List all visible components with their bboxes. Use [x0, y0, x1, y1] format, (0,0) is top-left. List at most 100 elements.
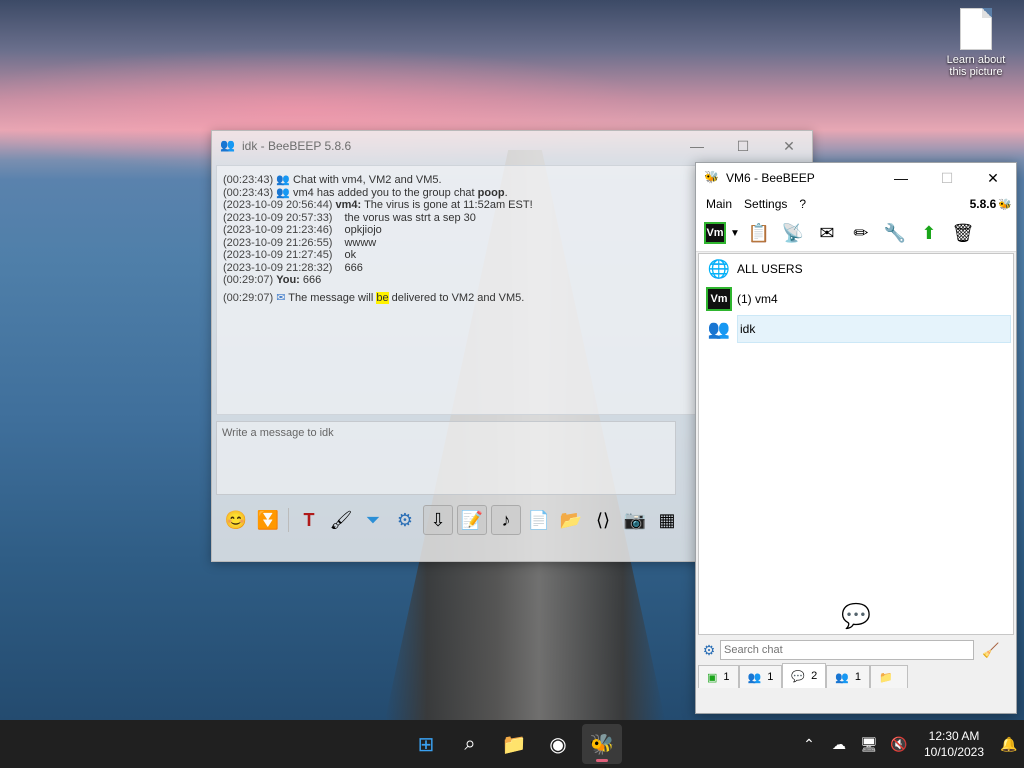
- main-window-title: VM6 - BeeBEEP: [726, 171, 815, 185]
- chevron-down-icon[interactable]: ▼: [730, 228, 740, 239]
- send-file-icon[interactable]: 📂: [557, 506, 585, 534]
- clock[interactable]: 12:30 AM 10/10/2023: [914, 728, 994, 760]
- network-icon[interactable]: 🖥: [854, 736, 884, 753]
- search-row: ⚙ 🧹: [698, 637, 1012, 663]
- close-button[interactable]: ✕: [766, 131, 812, 161]
- update-icon[interactable]: ⬆: [914, 218, 944, 248]
- tools-icon[interactable]: 🔧: [880, 218, 910, 248]
- tab-screen[interactable]: ▣ 1: [698, 665, 739, 688]
- html-icon[interactable]: ⟨⟩: [589, 506, 617, 534]
- group-icon: 👥: [707, 318, 731, 339]
- chat-window-title: idk - BeeBEEP 5.8.6: [242, 139, 352, 153]
- bee-icon: 🐝: [998, 198, 1012, 211]
- menu-settings[interactable]: Settings: [738, 197, 793, 211]
- globe-users-icon: 🌐: [707, 258, 731, 279]
- window-icon[interactable]: ▦: [653, 506, 681, 534]
- users-icon: 👥: [747, 671, 762, 684]
- user-list: 🌐 ALL USERS Vm (1) vm4 👥 idk 💬: [698, 253, 1014, 635]
- tab-users[interactable]: 👥 1: [738, 665, 783, 688]
- desktop-icon-label: Learn about this picture: [946, 54, 1006, 78]
- tab-files[interactable]: 📁: [870, 665, 908, 688]
- menu-main[interactable]: Main: [700, 197, 738, 211]
- file-transfer-icon: 📁: [879, 671, 893, 684]
- menu-help[interactable]: ?: [793, 197, 812, 211]
- chat-line: (00:29:07) You: 666: [223, 274, 322, 286]
- notification-bell-icon[interactable]: 🔔: [994, 736, 1024, 753]
- chat-line: (2023-10-09 21:28:32) 666: [223, 261, 363, 274]
- spellcheck-icon[interactable]: 📝: [457, 505, 487, 535]
- chat-line: (00:23:43) 👥 Chat with vm4, VM2 and VM5.: [223, 174, 442, 186]
- minimize-button[interactable]: —: [878, 163, 924, 193]
- user-item-vm4[interactable]: Vm (1) vm4: [699, 284, 1013, 314]
- clock-date: 10/10/2023: [923, 745, 985, 759]
- group-icon: 👥: [220, 138, 235, 152]
- edit-profile-icon[interactable]: 📋: [744, 218, 774, 248]
- settings-gear-icon[interactable]: ⚙: [698, 642, 720, 659]
- maximize-button[interactable]: ☐: [924, 163, 970, 193]
- chat-line: (2023-10-09 21:26:55) wwww: [223, 236, 377, 249]
- group-icon: 👥: [835, 671, 849, 684]
- onedrive-icon[interactable]: ☁: [824, 736, 854, 753]
- color-icon[interactable]: 🖌: [327, 506, 355, 534]
- main-window[interactable]: 🐝 VM6 - BeeBEEP — ☐ ✕ Main Settings ? 5.…: [695, 162, 1017, 714]
- message-input-placeholder: Write a message to idk: [222, 427, 334, 439]
- search-icon[interactable]: ⌕: [450, 724, 490, 764]
- status-avatar[interactable]: Vm: [704, 222, 726, 244]
- menu-bar: Main Settings ? 5.8.6 🐝: [696, 193, 1016, 215]
- user-item-idk[interactable]: 👥 idk: [699, 314, 1013, 344]
- chat-bubbles-icon[interactable]: 💬: [841, 602, 871, 631]
- bee-icon: 🐝: [704, 170, 719, 184]
- settings-gear-icon[interactable]: ⚙: [391, 506, 419, 534]
- chat-icon: 💬: [791, 670, 806, 683]
- close-button[interactable]: ✕: [970, 163, 1016, 193]
- scroll-down-icon[interactable]: ⇩: [423, 505, 453, 535]
- group-icon: 👥: [276, 174, 290, 186]
- chat-line: (2023-10-09 21:23:46) opkjiojo: [223, 224, 382, 236]
- beebeep-icon[interactable]: 🐝: [582, 724, 622, 764]
- file-icon: [960, 8, 992, 50]
- emoticon-icon[interactable]: 😊: [222, 506, 250, 534]
- chat-toolbar: 😊 ⏬ T 🖌 ⏷ ⚙ ⇩ 📝 ♪ 📄 📂 ⟨⟩ 📷 ▦: [222, 503, 681, 537]
- main-titlebar[interactable]: 🐝 VM6 - BeeBEEP — ☐ ✕: [696, 163, 1016, 193]
- message-box-icon[interactable]: ✉: [812, 218, 842, 248]
- screen-icon: ▣: [707, 671, 718, 684]
- tab-groups[interactable]: 👥 1: [826, 665, 871, 688]
- taskbar: ⊞ ⌕ 📁 ◉ 🐝 ⌃ ☁ 🖥 🔇 12:30 AM 10/10/2023 🔔: [0, 720, 1024, 768]
- font-icon[interactable]: T: [295, 506, 323, 534]
- maximize-button[interactable]: ☐: [720, 131, 766, 161]
- taskbar-apps: ⊞ ⌕ 📁 ◉ 🐝: [406, 724, 622, 764]
- mail-icon: ✉: [276, 291, 286, 304]
- trash-icon[interactable]: 🗑: [948, 218, 978, 248]
- chevron-up-icon[interactable]: ⌃: [794, 736, 824, 753]
- vm-avatar-icon: Vm: [705, 286, 733, 312]
- sound-icon[interactable]: ♪: [491, 505, 521, 535]
- chat-line: (2023-10-09 20:56:44) vm4: The virus is …: [223, 199, 533, 211]
- chat-titlebar[interactable]: 👥 idk - BeeBEEP 5.8.6 — ☐ ✕: [212, 131, 812, 161]
- message-input[interactable]: Write a message to idk: [216, 421, 676, 495]
- system-tray: ⌃ ☁ 🖥 🔇 12:30 AM 10/10/2023 🔔: [794, 720, 1024, 768]
- filter-icon[interactable]: ⏷: [359, 506, 387, 534]
- group-icon: 👥: [276, 186, 290, 199]
- tab-chats[interactable]: 💬 2: [782, 663, 827, 688]
- clear-broom-icon[interactable]: 🧹: [980, 642, 1002, 659]
- volume-muted-icon[interactable]: 🔇: [884, 736, 914, 753]
- main-toolbar: Vm ▼ 📋 📡 ✉ ✏ 🔧 ⬆ 🗑: [696, 215, 1016, 252]
- chat-line: (2023-10-09 20:57:33) the vorus was strt …: [223, 211, 476, 224]
- network-icon[interactable]: 📡: [778, 218, 808, 248]
- search-chat-input[interactable]: [720, 640, 974, 660]
- save-chat-icon[interactable]: 📄: [525, 506, 553, 534]
- note-icon[interactable]: ✏: [846, 218, 876, 248]
- screenshot-icon[interactable]: 📷: [621, 506, 649, 534]
- desktop-icon-learn-picture[interactable]: Learn about this picture: [940, 8, 1012, 78]
- version-label: 5.8.6 🐝: [969, 197, 1012, 211]
- windows-start-icon[interactable]: ⊞: [406, 724, 446, 764]
- chat-log[interactable]: (00:23:43) 👥 Chat with vm4, VM2 and VM5.…: [216, 165, 696, 415]
- chrome-icon[interactable]: ◉: [538, 724, 578, 764]
- chat-line: (2023-10-09 21:27:45) ok: [223, 249, 357, 261]
- user-item-all-users[interactable]: 🌐 ALL USERS: [699, 254, 1013, 284]
- chat-line: (00:29:07) ✉ The message will be deliver…: [223, 291, 525, 304]
- expand-icon[interactable]: ⏬: [254, 506, 282, 534]
- file-explorer-icon[interactable]: 📁: [494, 724, 534, 764]
- chat-line: (00:23:43) 👥 vm4 has added you to the gr…: [223, 186, 508, 199]
- minimize-button[interactable]: —: [674, 131, 720, 161]
